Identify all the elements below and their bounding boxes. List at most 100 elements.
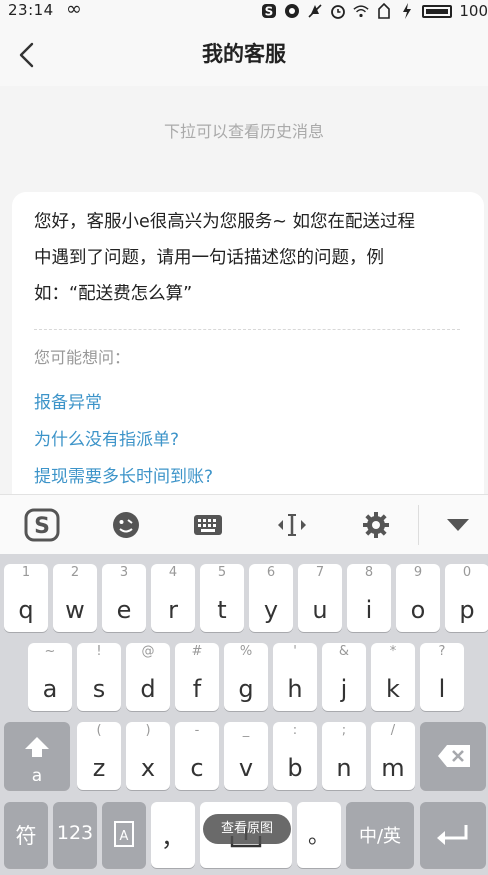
status-time: 23:14 <box>8 1 54 19</box>
key-secondary-label: ! <box>96 644 102 659</box>
toolbar-divider <box>418 505 419 545</box>
key-p[interactable]: 0p <box>445 564 488 632</box>
app-header: 我的客服 <box>0 22 488 86</box>
key-v[interactable]: _ v <box>224 722 268 790</box>
period-key[interactable]: 。 <box>297 802 341 868</box>
key-w[interactable]: 2w <box>53 564 97 632</box>
suggestion-link[interactable]: 提现需要多长时间到账? <box>34 462 213 487</box>
key-g[interactable]: % g <box>224 643 268 711</box>
key-f[interactable]: # f <box>175 643 219 711</box>
key-n[interactable]: ; n <box>322 722 366 790</box>
key-primary-label: g <box>238 675 254 703</box>
key-secondary-label: / <box>390 723 396 738</box>
charging-icon <box>399 3 415 19</box>
key-primary-label: j <box>340 675 348 703</box>
key-l[interactable]: ? l <box>420 643 464 711</box>
key-secondary-label: 5 <box>217 565 227 580</box>
key-primary-label: a <box>42 675 58 703</box>
numbers-key[interactable]: 123 <box>53 802 97 868</box>
suggestion-title: 您可能想问： <box>34 348 131 367</box>
key-secondary-label: ? <box>438 644 446 659</box>
key-primary-label: d <box>140 675 156 703</box>
key-q[interactable]: 1q <box>4 564 48 632</box>
key-primary-label: h <box>287 675 303 703</box>
keyboard-toolbar: S <box>0 494 488 555</box>
language-switch-key[interactable]: 中/英 <box>346 802 414 868</box>
key-primary-label: n <box>336 754 352 782</box>
key-secondary-label: ) <box>145 723 151 738</box>
key-u[interactable]: 7u <box>298 564 342 632</box>
key-primary-label: i <box>365 596 373 624</box>
key-m[interactable]: / m <box>371 722 415 790</box>
keyboard-icon[interactable] <box>184 495 232 555</box>
key-z[interactable]: (z <box>77 722 121 790</box>
key-a[interactable]: ~ a <box>28 643 72 711</box>
key-secondary-label: 3 <box>119 565 129 580</box>
key-secondary-label: & <box>338 644 350 659</box>
key-primary-label: r <box>168 596 178 624</box>
key-primary-label: m <box>381 754 405 782</box>
key-primary-label: w <box>65 596 85 624</box>
key-i[interactable]: 8i <box>347 564 391 632</box>
key-secondary-label: - <box>194 723 200 738</box>
key-primary-label: u <box>312 596 328 624</box>
alarm-icon <box>330 3 346 19</box>
pull-history-hint: 下拉可以查看历史消息 <box>163 122 324 141</box>
symbols-key[interactable]: 符 <box>4 802 48 868</box>
key-secondary-label: 1 <box>21 565 31 580</box>
key-primary-label: c <box>190 754 204 782</box>
comma-key-label: ， <box>161 824 185 852</box>
status-icons: S 100 <box>261 0 488 22</box>
backspace-key[interactable] <box>420 722 486 790</box>
key-d[interactable]: @ d <box>126 643 170 711</box>
collapse-keyboard-icon[interactable] <box>434 495 482 555</box>
cursor-move-icon[interactable] <box>268 495 316 555</box>
service-message-text: 您好，客服小e很高兴为您服务~ 如您在配送过程 中遇到了问题，请用一句话描述您的… <box>34 204 444 312</box>
key-h[interactable]: ' h <box>273 643 317 711</box>
key-j[interactable]: & j <box>322 643 366 711</box>
key-y[interactable]: 6y <box>249 564 293 632</box>
key-primary-label: p <box>459 596 475 624</box>
key-primary-label: z <box>92 754 106 782</box>
key-primary-label: x <box>140 754 156 782</box>
svg-text:S: S <box>265 5 274 19</box>
key-primary-label: s <box>92 675 106 703</box>
eye-icon <box>284 3 300 19</box>
key-s[interactable]: ! s <box>77 643 121 711</box>
key-b[interactable]: :b <box>273 722 317 790</box>
svg-text:S: S <box>34 514 50 539</box>
key-e[interactable]: 3e <box>102 564 146 632</box>
key-primary-label: e <box>116 596 132 624</box>
sim-icon <box>376 3 392 19</box>
suggestion-link[interactable]: 报备异常 <box>34 388 102 413</box>
key-primary-label: f <box>192 675 202 703</box>
svg-text:A: A <box>120 829 129 844</box>
shift-key[interactable]: a <box>4 722 70 790</box>
key-secondary-label: % <box>239 644 253 659</box>
suggestion-link[interactable]: 为什么没有指派单? <box>34 425 179 450</box>
key-secondary-label: ; <box>341 723 347 738</box>
page-title: 我的客服 <box>202 42 286 66</box>
settings-gear-icon[interactable] <box>352 495 400 555</box>
comma-key[interactable]: ， <box>151 802 195 868</box>
key-c[interactable]: -c <box>175 722 219 790</box>
key-k[interactable]: * k <box>371 643 415 711</box>
key-t[interactable]: 5t <box>200 564 244 632</box>
key-secondary-label: @ <box>141 644 155 659</box>
key-x[interactable]: ) x <box>126 722 170 790</box>
key-secondary-label: * <box>389 644 397 659</box>
handwriting-key[interactable]: A <box>102 802 146 868</box>
message-line: 您好，客服小e很高兴为您服务~ 如您在配送过程 <box>34 212 415 232</box>
key-primary-label: t <box>217 596 227 624</box>
key-r[interactable]: 4r <box>151 564 195 632</box>
key-o[interactable]: 9o <box>396 564 440 632</box>
key-primary-label: l <box>438 675 446 703</box>
sogou-logo-icon[interactable]: S <box>18 495 66 555</box>
emoji-icon[interactable] <box>102 495 150 555</box>
wifi-icon <box>353 3 369 19</box>
enter-key[interactable] <box>420 802 486 868</box>
view-original-image-toast[interactable]: 查看原图 <box>203 814 291 844</box>
key-primary-label: q <box>18 596 34 624</box>
key-secondary-label: ~ <box>44 644 56 659</box>
key-secondary-label: 0 <box>462 565 472 580</box>
